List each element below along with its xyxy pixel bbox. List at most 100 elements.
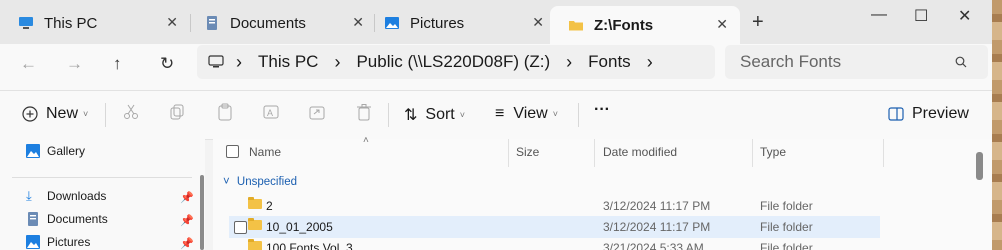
file-name: 100 Fonts Vol. 3 xyxy=(266,241,353,250)
new-label: New xyxy=(46,105,79,122)
view-label: View xyxy=(513,105,548,122)
tab-this-pc[interactable]: This PC ✕ xyxy=(0,8,190,38)
search-placeholder: Search Fonts xyxy=(740,52,842,71)
tab-label: This PC xyxy=(44,14,98,32)
nav-item-label: Pictures xyxy=(47,235,91,249)
computer-icon xyxy=(208,55,224,68)
pictures-icon xyxy=(26,235,40,249)
up-button[interactable]: ↑ xyxy=(113,54,122,74)
select-all-checkbox[interactable] xyxy=(226,145,239,158)
share-icon[interactable] xyxy=(308,103,326,121)
file-type: File folder xyxy=(760,220,813,234)
new-tab-button[interactable]: + xyxy=(752,11,764,34)
download-icon: ⤓ xyxy=(26,188,32,203)
nav-item-documents[interactable]: Documents xyxy=(26,212,108,226)
file-date: 3/12/2024 11:17 PM xyxy=(603,199,711,213)
chevron-right-icon[interactable]: › xyxy=(334,52,340,73)
computer-icon xyxy=(19,17,33,29)
file-date: 3/21/2024 5:33 AM xyxy=(603,241,704,250)
row-checkbox[interactable] xyxy=(234,221,247,234)
tab-label: Pictures xyxy=(410,14,465,32)
tab-fonts[interactable]: Z:\Fonts ✕ xyxy=(550,6,740,44)
close-tab-icon[interactable]: ✕ xyxy=(166,14,178,31)
breadcrumb-fonts[interactable]: Fonts xyxy=(588,52,631,72)
nav-item-label: Gallery xyxy=(47,144,86,158)
pin-icon[interactable]: 📌 xyxy=(180,191,194,204)
tab-label: Z:\Fonts xyxy=(594,16,654,34)
minimize-button[interactable]: — xyxy=(871,6,887,24)
chevron-right-icon[interactable]: › xyxy=(236,52,242,73)
sort-label: Sort xyxy=(425,106,455,123)
group-header[interactable]: ˅ Unspecified xyxy=(223,176,297,188)
column-header-type[interactable]: Type xyxy=(760,145,786,159)
column-header-date[interactable]: Date modified xyxy=(603,145,677,159)
cut-icon[interactable] xyxy=(122,103,140,121)
pin-icon[interactable]: 📌 xyxy=(180,214,194,227)
tab-documents[interactable]: Documents ✕ xyxy=(186,8,376,38)
table-row[interactable]: 100 Fonts Vol. 3 3/21/2024 5:33 AM File … xyxy=(229,237,880,250)
chevron-down-icon: ˅ xyxy=(223,176,230,188)
column-header-size[interactable]: Size xyxy=(516,145,539,159)
navigation-pane: Gallery ⤓ Downloads 📌 Documents 📌 Pictur… xyxy=(0,139,205,250)
table-row[interactable]: 2 3/12/2024 11:17 PM File folder xyxy=(229,195,880,217)
back-button[interactable]: ← xyxy=(20,54,37,74)
view-button[interactable]: ≡ View ˅ xyxy=(495,105,558,123)
address-bar[interactable]: › This PC › Public (\\LS220D08F) (Z:) › … xyxy=(197,45,715,79)
new-button[interactable]: New ˅ xyxy=(22,105,88,123)
gallery-icon xyxy=(26,144,40,158)
breadcrumb-this-pc[interactable]: This PC xyxy=(258,52,318,72)
chevron-right-icon[interactable]: › xyxy=(566,52,572,73)
file-type: File folder xyxy=(760,199,813,213)
column-header-name[interactable]: Name xyxy=(249,145,281,159)
svg-text:A: A xyxy=(267,108,273,118)
nav-item-gallery[interactable]: Gallery xyxy=(26,144,85,158)
nav-item-label: Documents xyxy=(47,212,108,226)
table-row[interactable]: 10_01_2005 3/12/2024 11:17 PM File folde… xyxy=(229,216,880,238)
more-options-button[interactable]: ··· xyxy=(594,101,610,119)
command-bar: New ˅ A ⇅ Sort ˅ ≡ View ˅ ··· Preview xyxy=(0,90,992,140)
tab-bar: This PC ✕ Documents ✕ Pictures ✕ Z:\Font… xyxy=(0,0,992,44)
chevron-down-icon: ˅ xyxy=(459,110,466,120)
group-label: Unspecified xyxy=(236,176,298,188)
file-date: 3/12/2024 11:17 PM xyxy=(603,220,711,234)
nav-item-downloads[interactable]: ⤓ Downloads xyxy=(26,188,106,204)
preview-pane-icon xyxy=(888,107,904,121)
pin-icon[interactable]: 📌 xyxy=(180,237,194,250)
refresh-button[interactable]: ↻ xyxy=(160,54,174,74)
sort-button[interactable]: ⇅ Sort ˅ xyxy=(404,105,465,125)
chevron-down-icon: ˅ xyxy=(552,109,558,119)
preview-button[interactable]: Preview xyxy=(888,105,969,123)
chevron-right-icon[interactable]: › xyxy=(647,52,653,73)
content-scrollbar[interactable] xyxy=(976,152,983,180)
view-list-icon: ≡ xyxy=(495,105,505,122)
folder-icon xyxy=(248,239,262,250)
chevron-down-icon: ˅ xyxy=(83,109,89,119)
file-name: 2 xyxy=(266,199,273,213)
address-row: ← → ↑ ↻ › This PC › Public (\\LS220D08F)… xyxy=(0,44,992,90)
search-input[interactable]: Search Fonts xyxy=(725,45,988,79)
nav-scrollbar[interactable] xyxy=(200,175,204,250)
forward-button[interactable]: → xyxy=(66,54,83,74)
nav-item-pictures[interactable]: Pictures xyxy=(26,235,90,249)
rename-icon[interactable]: A xyxy=(262,103,280,121)
close-tab-icon[interactable]: ✕ xyxy=(716,16,728,33)
close-tab-icon[interactable]: ✕ xyxy=(532,14,544,31)
tab-label: Documents xyxy=(230,14,306,32)
plus-circle-icon xyxy=(22,106,38,122)
close-tab-icon[interactable]: ✕ xyxy=(352,14,364,31)
copy-icon[interactable] xyxy=(169,103,187,121)
file-explorer-window: This PC ✕ Documents ✕ Pictures ✕ Z:\Font… xyxy=(0,0,992,250)
documents-icon xyxy=(207,16,217,30)
documents-icon xyxy=(28,212,38,226)
folder-icon xyxy=(569,21,583,31)
desktop-background xyxy=(992,0,1002,250)
maximize-button[interactable]: ☐ xyxy=(914,6,928,26)
breadcrumb-public[interactable]: Public (\\LS220D08F) (Z:) xyxy=(356,52,550,72)
file-name: 10_01_2005 xyxy=(266,220,333,234)
tab-pictures[interactable]: Pictures ✕ xyxy=(366,8,556,38)
paste-icon[interactable] xyxy=(216,103,234,121)
folder-icon xyxy=(248,218,262,230)
folder-icon xyxy=(248,197,262,209)
close-window-button[interactable]: ✕ xyxy=(958,6,971,26)
delete-icon[interactable] xyxy=(355,103,373,121)
